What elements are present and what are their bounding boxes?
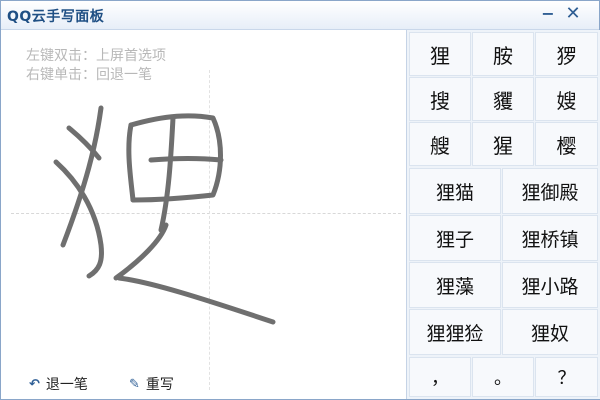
- punct-question-cell[interactable]: ？: [535, 357, 598, 397]
- undo-stroke-button[interactable]: ↶ 退一笔: [29, 374, 88, 394]
- candidate-cell[interactable]: 貜: [472, 77, 534, 121]
- candidate-cell[interactable]: 嫂: [535, 77, 598, 121]
- rewrite-label: 重写: [145, 377, 174, 393]
- candidate-cell[interactable]: 艘: [409, 122, 471, 166]
- candidate-word-cell[interactable]: 狸小路: [502, 262, 598, 308]
- candidate-word-cell[interactable]: 狸狸猃: [409, 309, 501, 355]
- pad-toolbar: ↶ 退一笔 ✎ 重写: [1, 366, 406, 399]
- punct-comma-cell[interactable]: ，: [409, 357, 471, 397]
- handwriting-window: QQ云手写面板 − ✕ 左键双击：上屏首选项 右键单击：回退一笔 ↶ 退一笔 ✎…: [0, 0, 600, 400]
- stroke-9: [116, 275, 276, 325]
- minimize-button[interactable]: −: [539, 5, 557, 23]
- candidate-panel: 狸 胺 猡 搜 貜 嫂 艘 猩 樱 狸猫 狸御殿 狸子 狸桥镇 狸藻 狸小路 狸…: [406, 30, 600, 399]
- undo-stroke-label: 退一笔: [45, 377, 88, 393]
- candidate-word-cell[interactable]: 狸子: [409, 215, 501, 261]
- candidate-cell[interactable]: 樱: [535, 122, 598, 166]
- handwritten-strokes: [53, 105, 276, 325]
- window-title: QQ云手写面板: [7, 9, 105, 25]
- candidate-cell[interactable]: 猩: [472, 122, 534, 166]
- candidate-word-cell[interactable]: 狸御殿: [502, 168, 598, 214]
- candidate-word-cell[interactable]: 狸藻: [409, 262, 501, 308]
- rewrite-button[interactable]: ✎ 重写: [129, 374, 174, 394]
- stroke-3: [53, 159, 104, 279]
- stroke-6: [158, 115, 176, 233]
- candidate-word-cell[interactable]: 狸桥镇: [502, 215, 598, 261]
- title-bar[interactable]: QQ云手写面板 − ✕: [1, 1, 599, 30]
- eraser-icon: ✎: [129, 376, 140, 392]
- undo-arrow-icon: ↶: [29, 376, 40, 392]
- candidate-cell[interactable]: 搜: [409, 77, 471, 121]
- stroke-8: [113, 222, 169, 281]
- stroke-4: [126, 122, 136, 203]
- candidate-cell[interactable]: 狸: [409, 32, 471, 76]
- candidate-cell[interactable]: 胺: [472, 32, 534, 76]
- candidate-cell[interactable]: 猡: [535, 32, 598, 76]
- close-button[interactable]: ✕: [564, 5, 582, 23]
- candidate-word-cell[interactable]: 狸奴: [502, 309, 598, 355]
- writing-pad[interactable]: 左键双击：上屏首选项 右键单击：回退一笔 ↶ 退一笔 ✎ 重写: [1, 30, 406, 399]
- punct-period-cell[interactable]: 。: [472, 357, 534, 397]
- stroke-7: [148, 156, 224, 163]
- candidate-word-cell[interactable]: 狸猫: [409, 168, 501, 214]
